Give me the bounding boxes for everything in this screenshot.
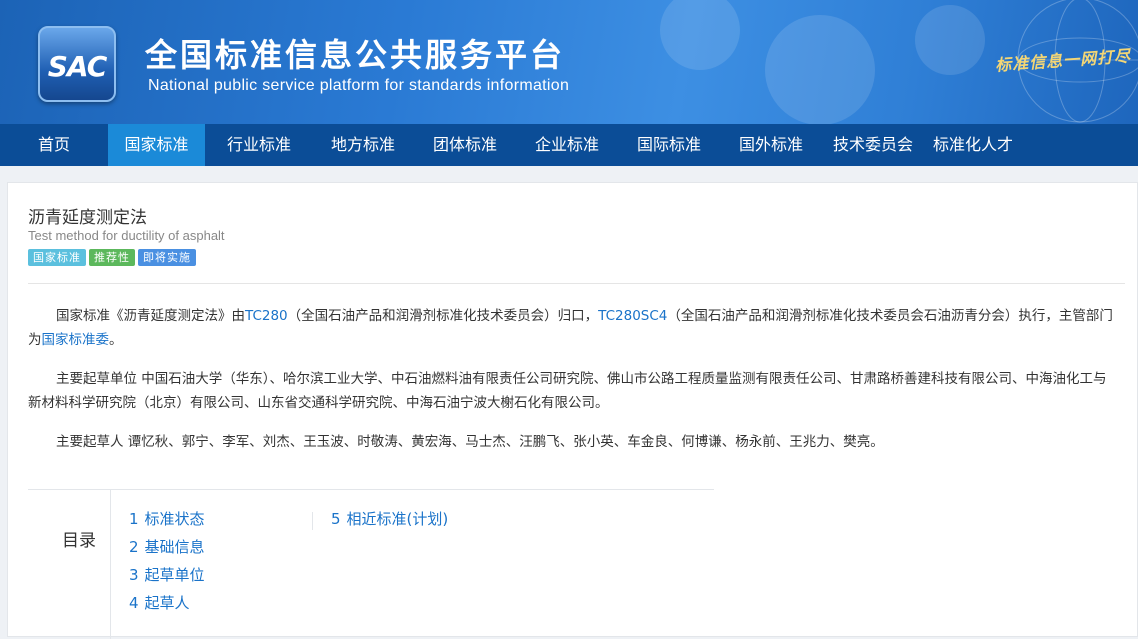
standard-english-title: Test method for ductility of asphalt xyxy=(28,228,225,243)
toc-num: 4 xyxy=(129,594,139,612)
nav-foreign-standards[interactable]: 国外标准 xyxy=(721,124,821,166)
description-governance: 国家标准《沥青延度测定法》由TC280（全国石油产品和润滑剂标准化技术委员会）归… xyxy=(28,304,1118,352)
standard-tags: 国家标准 推荐性 即将实施 xyxy=(28,249,196,266)
toc-num: 3 xyxy=(129,566,139,584)
toc-text: 起草单位 xyxy=(144,566,205,584)
description-drafters: 主要起草人 谭忆秋、郭宁、李军、刘杰、王玉波、时敬涛、黄宏海、马士杰、汪鹏飞、张… xyxy=(56,434,884,450)
toc-text: 标准状态 xyxy=(144,510,205,528)
toc-num: 1 xyxy=(129,510,139,528)
tag-recommended: 推荐性 xyxy=(89,249,135,266)
toc-num: 5 xyxy=(331,510,341,528)
tc280-link[interactable]: TC280 xyxy=(245,308,288,324)
nav-national-standards[interactable]: 国家标准 xyxy=(108,124,205,166)
standard-detail-panel: 沥青延度测定法 Test method for ductility of asp… xyxy=(7,182,1138,639)
tc280-description: （全国石油产品和润滑剂标准化技术委员会）归口， xyxy=(287,308,599,324)
toc-item-drafting-units[interactable]: 3 起草单位 xyxy=(129,565,205,593)
sac-department-link[interactable]: 国家标准委 xyxy=(42,332,110,348)
toc-column-separator xyxy=(312,512,313,530)
divider xyxy=(28,283,1125,284)
nav-standardization-talent[interactable]: 标准化人才 xyxy=(925,124,1021,166)
description-drafting-units: 主要起草单位 中国石油大学（华东）、哈尔滨工业大学、中石油燃料油有限责任公司研究… xyxy=(28,371,1107,411)
toc-text: 起草人 xyxy=(144,594,190,612)
toc-column-right: 5 相近标准(计划) xyxy=(331,509,448,537)
toc-item-basic-info[interactable]: 2 基础信息 xyxy=(129,537,205,565)
nav-enterprise-standards[interactable]: 企业标准 xyxy=(517,124,617,166)
tag-national-standard: 国家标准 xyxy=(28,249,86,266)
nav-industry-standards[interactable]: 行业标准 xyxy=(205,124,313,166)
text-prefix: 国家标准《沥青延度测定法》由 xyxy=(56,308,245,324)
tag-upcoming: 即将实施 xyxy=(138,249,196,266)
toc-item-status[interactable]: 1 标准状态 xyxy=(129,509,205,537)
nav-group-standards[interactable]: 团体标准 xyxy=(413,124,517,166)
site-subtitle: National public service platform for sta… xyxy=(148,77,570,94)
toc-num: 2 xyxy=(129,538,139,556)
sac-logo[interactable]: SAC xyxy=(38,26,116,102)
toc-column-left: 1 标准状态 2 基础信息 3 起草单位 4 起草人 xyxy=(129,509,205,621)
tc280sc4-link[interactable]: TC280SC4 xyxy=(598,308,667,324)
main-nav: 首页 国家标准 行业标准 地方标准 团体标准 企业标准 国际标准 国外标准 技术… xyxy=(0,124,1138,166)
toc-item-drafters[interactable]: 4 起草人 xyxy=(129,593,205,621)
standard-title: 沥青延度测定法 xyxy=(28,208,147,228)
toc-item-similar-standards[interactable]: 5 相近标准(计划) xyxy=(331,509,448,537)
nav-local-standards[interactable]: 地方标准 xyxy=(313,124,413,166)
table-of-contents: 目录 1 标准状态 2 基础信息 3 起草单位 4 起草人 5 相近标准(计划) xyxy=(28,489,714,639)
nav-technical-committees[interactable]: 技术委员会 xyxy=(821,124,925,166)
toc-label-cell: 目录 xyxy=(28,490,111,639)
nav-home[interactable]: 首页 xyxy=(0,124,108,166)
nav-international-standards[interactable]: 国际标准 xyxy=(617,124,721,166)
toc-text: 相近标准(计划) xyxy=(346,510,449,528)
logo-text: SAC xyxy=(47,50,108,83)
toc-text: 基础信息 xyxy=(144,538,205,556)
toc-label: 目录 xyxy=(62,531,96,551)
site-title: 全国标准信息公共服务平台 xyxy=(145,36,566,74)
site-header: SAC 全国标准信息公共服务平台 National public service… xyxy=(0,0,1138,124)
text-end: 。 xyxy=(109,332,123,348)
